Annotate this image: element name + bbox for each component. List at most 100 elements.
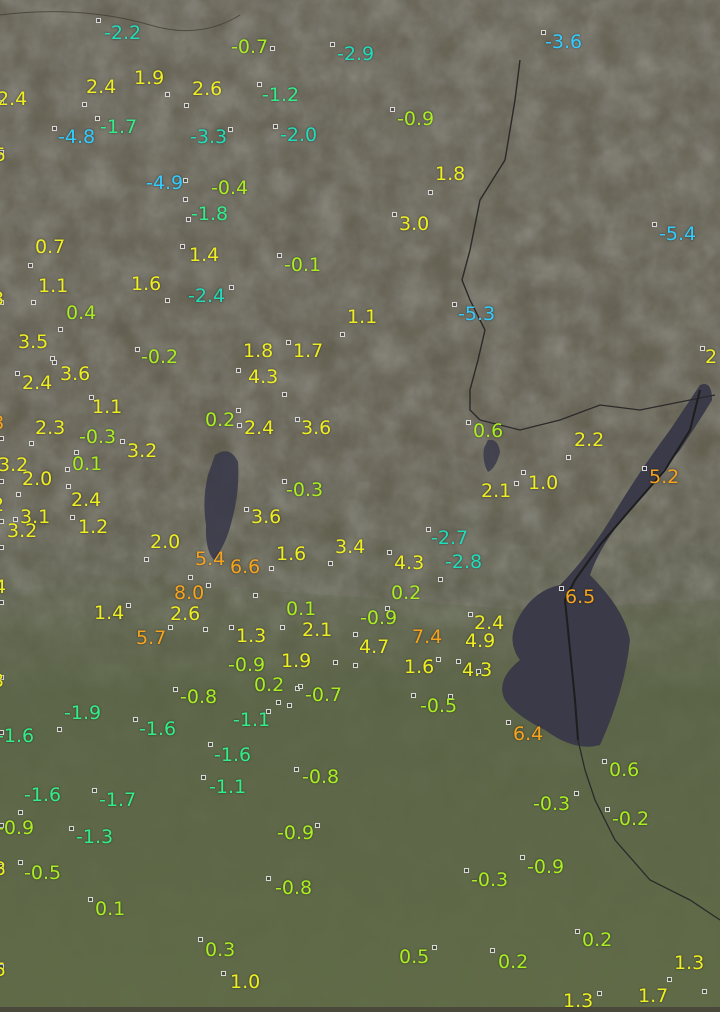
station-dot[interactable]	[466, 420, 471, 425]
station-dot[interactable]	[333, 660, 338, 665]
station-dot[interactable]	[0, 436, 4, 441]
station-dot[interactable]	[173, 687, 178, 692]
station-dot[interactable]	[15, 371, 20, 376]
station-dot[interactable]	[52, 126, 57, 131]
station-dot[interactable]	[438, 577, 443, 582]
station-dot[interactable]	[276, 700, 281, 705]
station-dot[interactable]	[298, 684, 303, 689]
station-dot[interactable]	[464, 868, 469, 873]
station-dot[interactable]	[236, 368, 241, 373]
station-dot[interactable]	[253, 593, 258, 598]
station-dot[interactable]	[452, 302, 457, 307]
station-dot[interactable]	[88, 897, 93, 902]
station-dot[interactable]	[0, 545, 4, 550]
station-dot[interactable]	[16, 492, 21, 497]
station-dot[interactable]	[208, 742, 213, 747]
station-dot[interactable]	[597, 991, 602, 996]
station-dot[interactable]	[273, 124, 278, 129]
station-dot[interactable]	[183, 178, 188, 183]
station-dot[interactable]	[652, 222, 657, 227]
station-dot[interactable]	[52, 360, 57, 365]
station-dot[interactable]	[392, 212, 397, 217]
station-dot[interactable]	[387, 550, 392, 555]
station-dot[interactable]	[82, 102, 87, 107]
station-dot[interactable]	[18, 860, 23, 865]
station-dot[interactable]	[294, 767, 299, 772]
station-dot[interactable]	[0, 519, 4, 524]
station-dot[interactable]	[228, 127, 233, 132]
station-dot[interactable]	[135, 347, 140, 352]
station-dot[interactable]	[244, 507, 249, 512]
station-dot[interactable]	[92, 788, 97, 793]
station-dot[interactable]	[144, 557, 149, 562]
station-dot[interactable]	[559, 586, 564, 591]
station-dot[interactable]	[468, 612, 473, 617]
station-dot[interactable]	[165, 298, 170, 303]
station-dot[interactable]	[65, 467, 70, 472]
station-dot[interactable]	[266, 876, 271, 881]
station-dot[interactable]	[574, 791, 579, 796]
station-dot[interactable]	[201, 775, 206, 780]
station-dot[interactable]	[490, 948, 495, 953]
station-dot[interactable]	[188, 575, 193, 580]
station-dot[interactable]	[277, 253, 282, 258]
station-dot[interactable]	[31, 300, 36, 305]
station-dot[interactable]	[287, 703, 292, 708]
station-dot[interactable]	[57, 727, 62, 732]
station-dot[interactable]	[282, 392, 287, 397]
station-dot[interactable]	[0, 600, 4, 605]
station-dot[interactable]	[270, 46, 275, 51]
station-dot[interactable]	[180, 244, 185, 249]
station-dot[interactable]	[229, 285, 234, 290]
station-dot[interactable]	[269, 566, 274, 571]
station-dot[interactable]	[520, 855, 525, 860]
station-dot[interactable]	[221, 971, 226, 976]
station-dot[interactable]	[198, 937, 203, 942]
station-dot[interactable]	[69, 826, 74, 831]
station-dot[interactable]	[411, 693, 416, 698]
station-dot[interactable]	[18, 810, 23, 815]
station-dot[interactable]	[126, 603, 131, 608]
station-dot[interactable]	[58, 327, 63, 332]
station-dot[interactable]	[229, 625, 234, 630]
station-dot[interactable]	[280, 625, 285, 630]
station-dot[interactable]	[315, 823, 320, 828]
station-dot[interactable]	[575, 929, 580, 934]
station-dot[interactable]	[28, 263, 33, 268]
station-dot[interactable]	[184, 103, 189, 108]
station-dot[interactable]	[514, 481, 519, 486]
station-dot[interactable]	[70, 515, 75, 520]
station-dot[interactable]	[456, 659, 461, 664]
station-dot[interactable]	[667, 977, 672, 982]
station-dot[interactable]	[353, 663, 358, 668]
station-dot[interactable]	[328, 561, 333, 566]
station-dot[interactable]	[390, 107, 395, 112]
station-dot[interactable]	[286, 340, 291, 345]
station-dot[interactable]	[206, 583, 211, 588]
station-dot[interactable]	[602, 759, 607, 764]
station-dot[interactable]	[203, 627, 208, 632]
station-dot[interactable]	[168, 625, 173, 630]
station-dot[interactable]	[183, 197, 188, 202]
station-dot[interactable]	[133, 717, 138, 722]
station-dot[interactable]	[165, 92, 170, 97]
station-dot[interactable]	[432, 945, 437, 950]
station-dot[interactable]	[566, 455, 571, 460]
station-dot[interactable]	[237, 423, 242, 428]
station-dot[interactable]	[96, 18, 101, 23]
station-dot[interactable]	[120, 439, 125, 444]
station-dot[interactable]	[436, 657, 441, 662]
station-dot[interactable]	[295, 417, 300, 422]
station-dot[interactable]	[642, 466, 647, 471]
station-dot[interactable]	[340, 332, 345, 337]
station-dot[interactable]	[428, 190, 433, 195]
station-dot[interactable]	[0, 479, 4, 484]
station-dot[interactable]	[29, 441, 34, 446]
station-dot[interactable]	[702, 989, 707, 994]
station-dot[interactable]	[605, 807, 610, 812]
station-dot[interactable]	[330, 42, 335, 47]
station-dot[interactable]	[521, 470, 526, 475]
station-dot[interactable]	[506, 720, 511, 725]
station-dot[interactable]	[236, 408, 241, 413]
station-dot[interactable]	[353, 632, 358, 637]
